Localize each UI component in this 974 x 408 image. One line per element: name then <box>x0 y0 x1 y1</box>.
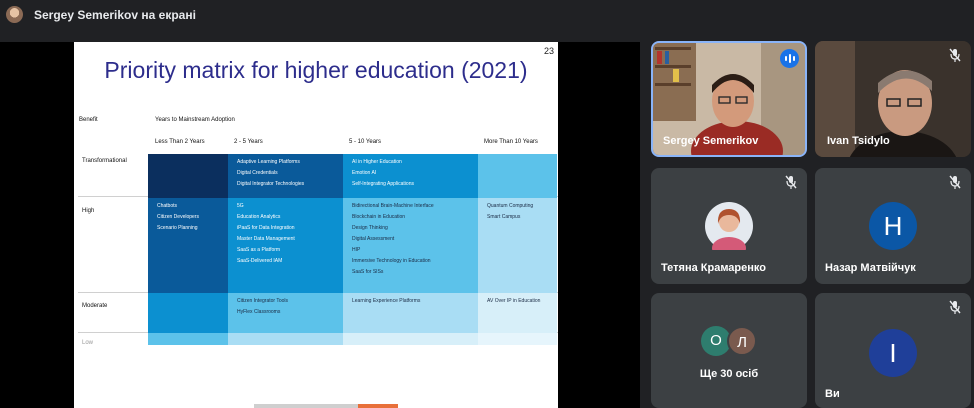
years-label: Years to Mainstream Adoption <box>155 117 235 123</box>
matrix-item: Blockchain in Education <box>352 214 406 220</box>
matrix-item: Digital Assessment <box>352 236 395 242</box>
avatar <box>705 202 753 250</box>
column-header-lt2: Less Than 2 Years <box>155 139 205 145</box>
avatar: Л <box>727 326 757 356</box>
matrix-cell: AI in Higher Education Emotion AI Self-I… <box>343 154 478 198</box>
matrix-cell: AV Over IP in Education <box>478 293 557 333</box>
participant-name: Тетяна Крамаренко <box>661 262 766 274</box>
slide-toolbar[interactable] <box>254 404 360 408</box>
participant-name: Ivan Tsidylo <box>827 135 890 147</box>
matrix-item: Education Analytics <box>237 214 281 220</box>
presentation-slide: 23 Priority matrix for higher education … <box>74 42 558 408</box>
matrix-item: Emotion AI <box>352 170 377 176</box>
matrix-item: SaaS for SISs <box>352 269 384 275</box>
presentation-top-bar: Sergey Semerikov на екрані <box>0 0 974 30</box>
matrix-item: Chatbots <box>157 203 178 209</box>
row-label-high: High <box>82 208 95 214</box>
presenter-avatar <box>6 6 23 23</box>
column-header-gt10: More Than 10 Years <box>484 139 538 145</box>
matrix-item: HIP <box>352 247 361 253</box>
avatar: Н <box>869 202 917 250</box>
presenter-title: Sergey Semerikov на екрані <box>34 8 196 22</box>
matrix-item: iPaaS for Data Integration <box>237 225 295 231</box>
speaking-indicator-icon <box>780 49 799 68</box>
matrix-cell: Adaptive Learning Platforms Digital Cred… <box>228 154 343 198</box>
participant-tile-self[interactable]: І Ви <box>815 293 971 408</box>
matrix-item: Bidirectional Brain-Machine Interface <box>352 203 434 209</box>
matrix-cell <box>228 333 343 345</box>
matrix-item: Citizen Integrator Tools <box>237 298 289 304</box>
matrix-item: Citizen Developers <box>157 214 199 220</box>
matrix-item: Immersive Technology in Education <box>352 258 431 264</box>
slide-title: Priority matrix for higher education (20… <box>104 57 528 83</box>
slide-number: 23 <box>543 46 554 56</box>
matrix-cell <box>478 154 557 198</box>
row-label-moderate: Moderate <box>82 303 108 309</box>
matrix-cell <box>148 154 228 198</box>
matrix-cell: Citizen Integrator Tools HyFlex Classroo… <box>228 293 343 333</box>
matrix-item: Quantum Computing <box>487 203 534 209</box>
participant-tile-ivan-tsidylo[interactable]: Ivan Tsidylo <box>815 41 971 157</box>
matrix-cell <box>343 333 478 345</box>
row-label-low: Low <box>82 340 94 346</box>
more-participants-tile[interactable]: О Л Ще 30 осіб <box>651 293 807 408</box>
matrix-cell: 5G Education Analytics iPaaS for Data In… <box>228 198 343 293</box>
participant-name: Sergey Semerikov <box>663 135 759 147</box>
matrix-item: Self-Integrating Applications <box>352 181 414 187</box>
mic-off-icon <box>785 175 797 189</box>
matrix-cell <box>148 293 228 333</box>
row-label-transformational: Transformational <box>82 158 127 164</box>
participant-name: Назар Матвійчук <box>825 262 916 274</box>
matrix-cell <box>148 333 228 345</box>
column-header-5-10: 5 - 10 Years <box>349 139 382 145</box>
participant-tile-sergey-semerikov[interactable]: Sergey Semerikov <box>651 41 807 157</box>
mic-off-icon <box>949 48 961 62</box>
participant-tile-tetiana-kramarenko[interactable]: Тетяна Крамаренко <box>651 168 807 284</box>
participant-tile-nazar-matviichuk[interactable]: Н Назар Матвійчук <box>815 168 971 284</box>
matrix-cell: Learning Experience Platforms <box>343 293 478 333</box>
matrix-item: AV Over IP in Education <box>487 298 541 304</box>
matrix-item: SaaS as a Platform <box>237 247 281 253</box>
participant-name: Ви <box>825 388 840 400</box>
matrix-item: HyFlex Classrooms <box>237 309 281 315</box>
mic-off-icon <box>949 300 961 314</box>
matrix-item: Adaptive Learning Platforms <box>237 159 300 165</box>
matrix-cell: Chatbots Citizen Developers Scenario Pla… <box>148 198 228 293</box>
matrix-item: Digital Credentials <box>237 170 278 176</box>
matrix-cell: Quantum Computing Smart Campus <box>478 198 557 293</box>
slide-toolbar-button[interactable] <box>358 404 398 408</box>
matrix-item: AI in Higher Education <box>352 159 402 165</box>
benefit-label: Benefit <box>79 117 98 123</box>
matrix-item: Digital Integrator Technologies <box>237 181 305 187</box>
mic-off-icon <box>949 175 961 189</box>
matrix-item: Scenario Planning <box>157 225 198 231</box>
shared-screen[interactable]: 23 Priority matrix for higher education … <box>0 42 640 408</box>
matrix-cell: Bidirectional Brain-Machine Interface Bl… <box>343 198 478 293</box>
matrix-item: Learning Experience Platforms <box>352 298 421 304</box>
matrix-item: SaaS-Delivered IAM <box>237 258 283 264</box>
matrix-item: Master Data Management <box>237 236 295 242</box>
column-header-2-5: 2 - 5 Years <box>234 139 263 145</box>
matrix-item: Smart Campus <box>487 214 521 220</box>
matrix-item: 5G <box>237 203 244 209</box>
matrix-item: Design Thinking <box>352 225 388 231</box>
avatar: І <box>869 329 917 377</box>
matrix-cell <box>478 333 557 345</box>
more-participants-label: Ще 30 осіб <box>699 368 759 380</box>
